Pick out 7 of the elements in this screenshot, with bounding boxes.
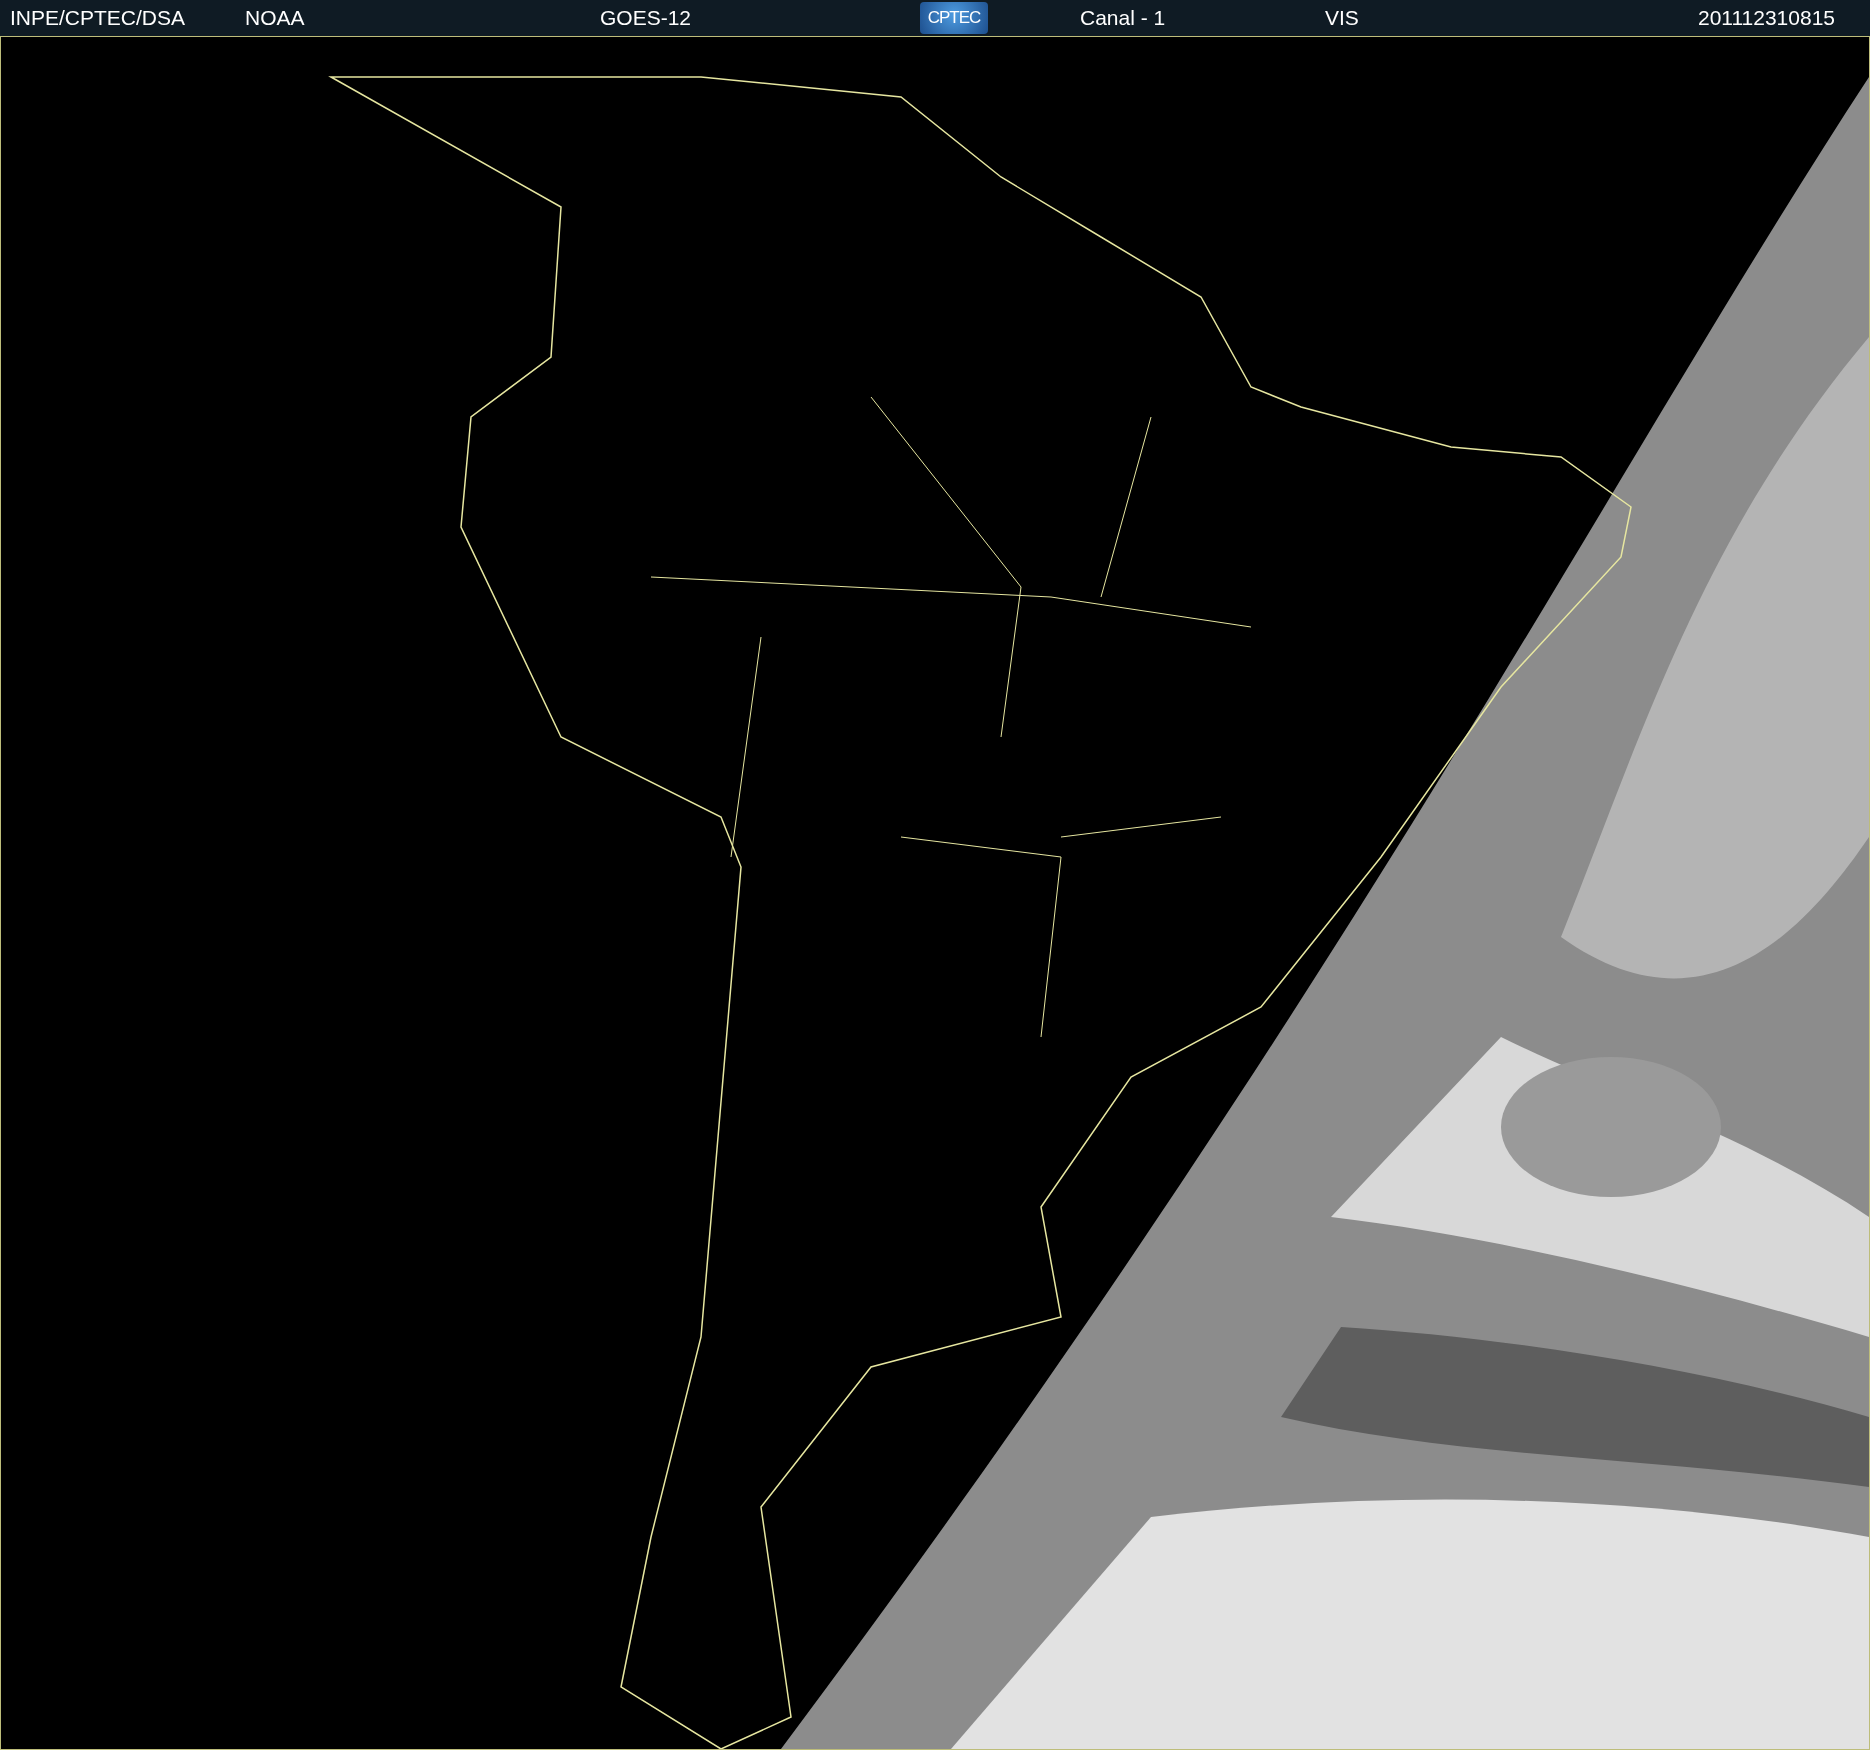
channel-label: Canal - 1: [1080, 6, 1166, 30]
timestamp-label: 201112310815: [1697, 6, 1836, 30]
agency-label: INPE/CPTEC/DSA: [10, 6, 186, 30]
band-label: VIS: [1325, 6, 1359, 30]
source-label: NOAA: [245, 6, 305, 30]
logo: CPTEC: [920, 2, 988, 34]
satellite-label: GOES-12: [600, 6, 692, 30]
